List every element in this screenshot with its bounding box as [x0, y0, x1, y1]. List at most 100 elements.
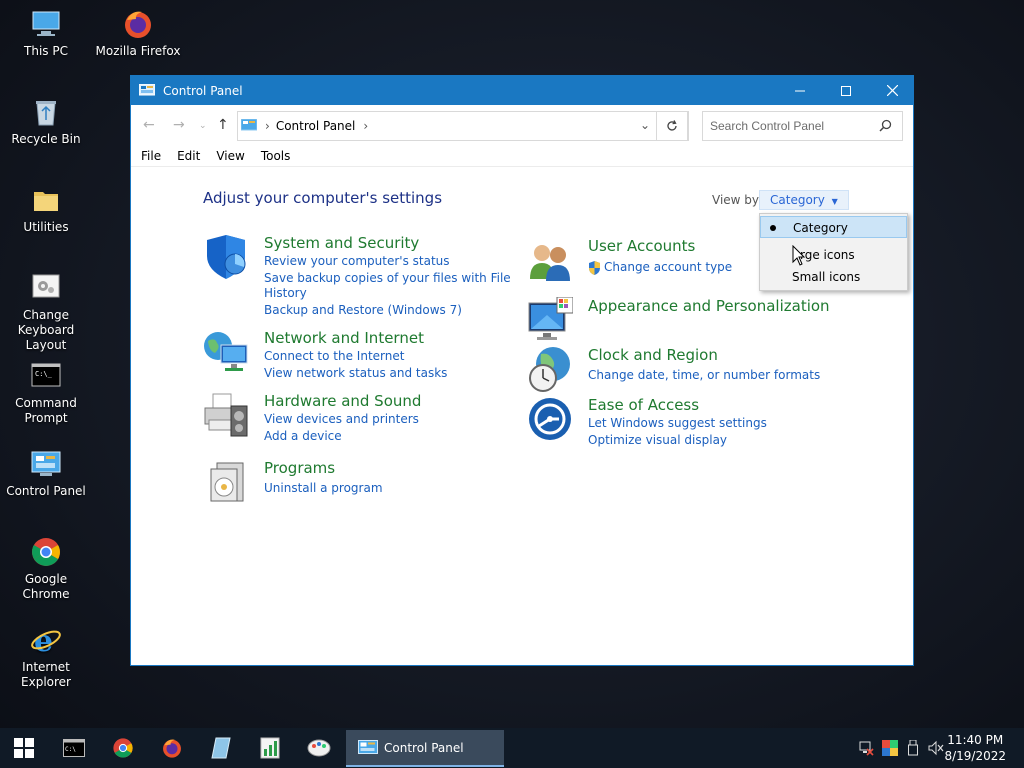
svg-text:C:\: C:\: [65, 746, 76, 753]
address-dropdown-icon[interactable]: ⌄: [640, 118, 650, 132]
menu-file[interactable]: File: [141, 149, 161, 163]
selected-bullet-icon: [770, 225, 776, 231]
desktop-icon-recycle-bin[interactable]: Recycle Bin: [0, 96, 92, 147]
dropdown-arrow-icon: ▼: [831, 197, 838, 206]
category-title[interactable]: User Accounts: [588, 237, 695, 255]
desktop-icon-command-prompt[interactable]: C:\_ Command Prompt: [0, 360, 92, 426]
menu-edit[interactable]: Edit: [177, 149, 200, 163]
category-link[interactable]: Uninstall a program: [264, 481, 383, 496]
category-title[interactable]: Hardware and Sound: [264, 392, 421, 410]
network-icon: [204, 332, 248, 371]
desktop-icon-firefox[interactable]: Mozilla Firefox: [92, 8, 184, 59]
recent-locations-chevron-icon[interactable]: ⌄: [199, 121, 207, 131]
category-title[interactable]: Network and Internet: [264, 329, 424, 347]
search-input[interactable]: [702, 111, 903, 141]
desktop-icon-utilities[interactable]: Utilities: [0, 184, 92, 235]
breadcrumb-separator-icon[interactable]: ›: [265, 119, 270, 133]
recycle-bin-icon: [36, 101, 56, 126]
menu-bar: File Edit View Tools: [131, 145, 913, 167]
users-icon: [530, 245, 570, 281]
category-link[interactable]: History: [264, 286, 307, 301]
mouse-cursor-icon: [792, 245, 806, 266]
ease-of-access-icon: [529, 398, 571, 440]
maximize-icon: [841, 85, 851, 96]
desktop-icon-keyboard-layout[interactable]: Change Keyboard Layout: [0, 272, 92, 353]
printer-icon: [204, 393, 248, 437]
taskbar-clock[interactable]: 11:40 PM 8/19/2022: [944, 732, 1006, 764]
close-icon: [886, 85, 898, 96]
category-link[interactable]: View devices and printers: [264, 412, 419, 427]
desktop-icon-label: Control Panel: [6, 484, 86, 498]
category-link[interactable]: Change account type: [604, 260, 732, 275]
taskbar-chrome[interactable]: [101, 728, 145, 768]
tray-network[interactable]: [855, 728, 877, 768]
clock-globe-icon: [529, 347, 570, 392]
menu-tools[interactable]: Tools: [261, 149, 291, 163]
view-option-category[interactable]: Category: [760, 216, 907, 238]
refresh-button[interactable]: [656, 111, 688, 141]
view-option-small-icons[interactable]: Small icons: [760, 266, 907, 288]
breadcrumb-chevron-icon[interactable]: ›: [363, 119, 368, 133]
menu-view[interactable]: View: [216, 149, 244, 163]
breadcrumb-control-panel[interactable]: Control Panel: [276, 119, 356, 133]
desktop-icon-chrome[interactable]: Google Chrome: [0, 536, 92, 602]
category-link[interactable]: Backup and Restore (Windows 7): [264, 303, 462, 318]
clock-date: 8/19/2022: [944, 749, 1006, 763]
svg-text:e: e: [34, 624, 53, 656]
taskbar-paint-app[interactable]: [297, 728, 341, 768]
title-bar[interactable]: Control Panel: [131, 76, 913, 105]
desktop-icon-label: This PC: [24, 44, 68, 58]
search-icon[interactable]: [879, 119, 892, 132]
minimize-button[interactable]: [777, 76, 823, 105]
page-title: Adjust your computer's settings: [203, 189, 443, 207]
desktop-icon-this-pc[interactable]: This PC: [0, 8, 92, 59]
back-arrow-icon[interactable]: ←: [143, 117, 155, 133]
terminal-icon: C:\_: [31, 363, 61, 387]
control-panel-icon: [358, 739, 378, 754]
close-button[interactable]: [869, 76, 915, 105]
taskbar-control-panel[interactable]: Control Panel: [346, 730, 504, 767]
firefox-icon: [125, 11, 151, 38]
category-link[interactable]: Change date, time, or number formats: [588, 368, 820, 383]
tray-color-app[interactable]: [879, 728, 901, 768]
category-title[interactable]: Ease of Access: [588, 396, 699, 414]
taskbar-spreadsheet-app[interactable]: [248, 728, 292, 768]
folder-icon: [34, 192, 58, 211]
keyboard-settings-icon: [32, 274, 60, 298]
category-link[interactable]: Add a device: [264, 429, 342, 444]
desktop-icon-control-panel[interactable]: Control Panel: [0, 448, 92, 499]
category-link[interactable]: Let Windows suggest settings: [588, 416, 767, 431]
desktop-icon-internet-explorer[interactable]: e Internet Explorer: [0, 624, 92, 690]
category-link[interactable]: Save backup copies of your files with Fi…: [264, 271, 511, 286]
category-link[interactable]: Optimize visual display: [588, 433, 727, 448]
category-link[interactable]: Connect to the Internet: [264, 349, 404, 364]
taskbar-notes-app[interactable]: [199, 728, 243, 768]
view-option-large-icons[interactable]: rge icons: [760, 244, 907, 266]
chart-document-icon: [260, 737, 280, 759]
address-bar[interactable]: › Control Panel › ⌄: [237, 111, 689, 141]
category-title[interactable]: Clock and Region: [588, 346, 718, 364]
chrome-icon: [113, 738, 133, 758]
category-link[interactable]: View network status and tasks: [264, 366, 447, 381]
start-button[interactable]: [0, 728, 48, 768]
taskbar-command-prompt[interactable]: C:\: [52, 728, 96, 768]
taskbar-firefox[interactable]: [150, 728, 194, 768]
forward-arrow-icon[interactable]: →: [173, 117, 185, 133]
category-title[interactable]: Programs: [264, 459, 335, 477]
tray-usb[interactable]: [903, 728, 923, 768]
up-arrow-icon[interactable]: ↑: [217, 117, 229, 133]
firefox-icon: [163, 739, 181, 758]
control-panel-title-icon: [139, 83, 155, 95]
view-by-menu: Category rge icons Small icons: [759, 213, 908, 291]
clock-time: 11:40 PM: [947, 733, 1004, 747]
desktop-icon-label: Mozilla Firefox: [95, 44, 181, 58]
category-title[interactable]: System and Security: [264, 234, 419, 252]
paint-palette-icon: [307, 739, 331, 757]
maximize-button[interactable]: [823, 76, 869, 105]
view-option-label: Small icons: [792, 270, 861, 284]
view-by-dropdown[interactable]: Category ▼: [759, 190, 849, 210]
navigation-bar: ← → ⌄ ↑ › Control Panel › ⌄: [131, 105, 913, 145]
category-link[interactable]: Review your computer's status: [264, 254, 450, 269]
category-title[interactable]: Appearance and Personalization: [588, 297, 830, 315]
chrome-icon: [32, 538, 60, 566]
